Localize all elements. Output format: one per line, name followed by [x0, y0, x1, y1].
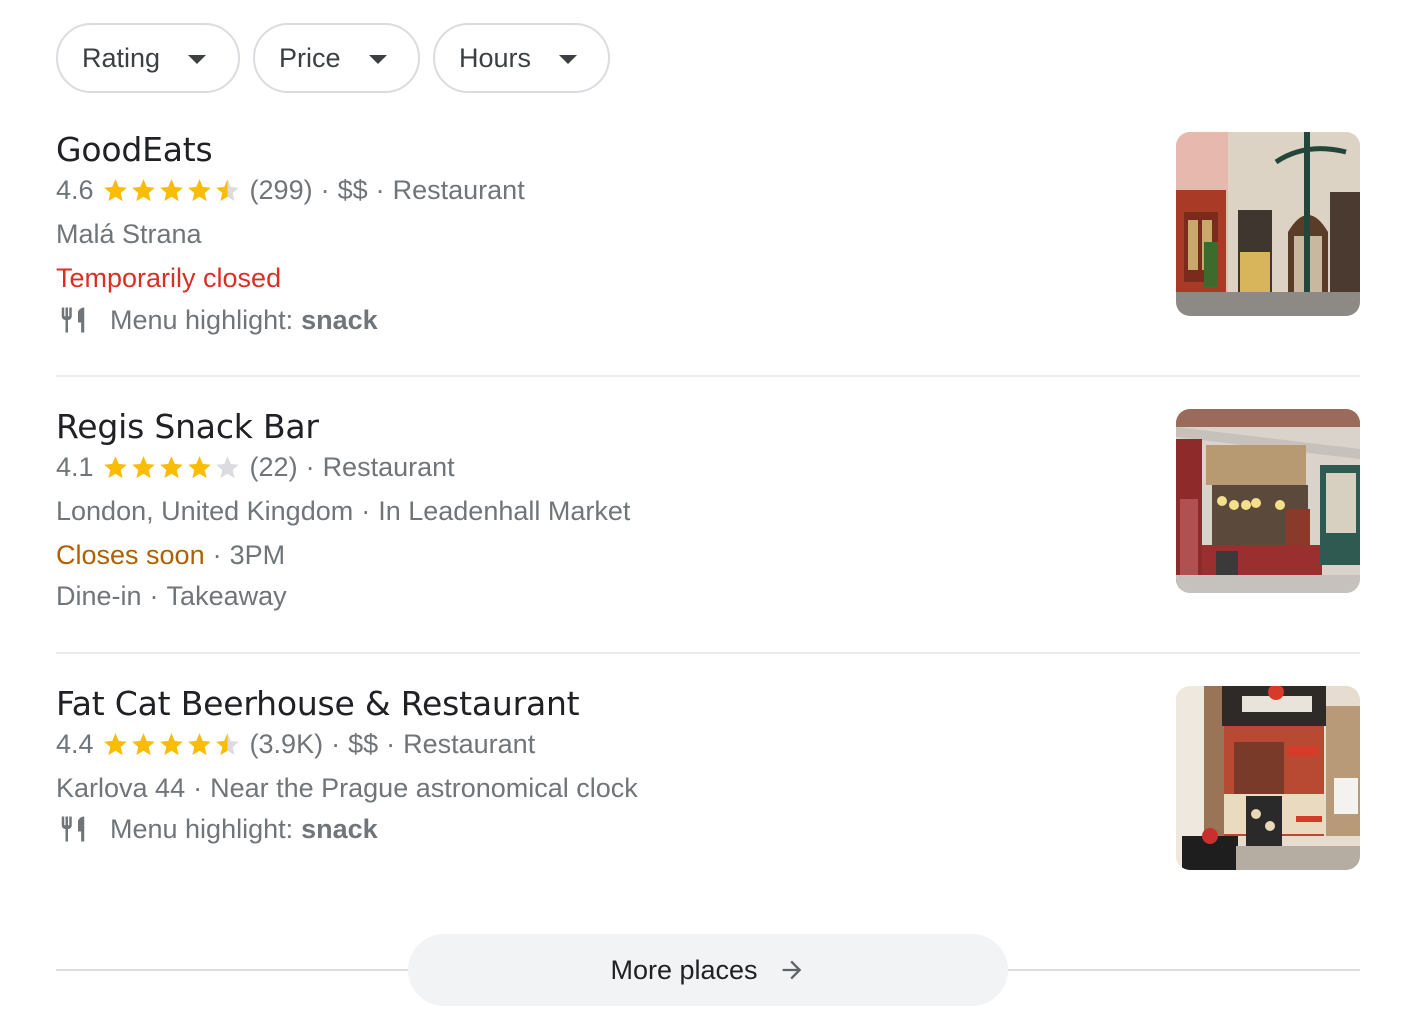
photo-image — [1176, 409, 1360, 593]
photo-image — [1176, 132, 1360, 316]
location-detail: In Leadenhall Market — [378, 496, 631, 526]
star-full-icon — [102, 454, 129, 481]
review-count[interactable]: (3.9K) — [250, 728, 324, 760]
services-line: Dine-in · Takeaway — [56, 580, 1360, 612]
restaurant-menu-icon — [61, 816, 85, 842]
status-line: Closes soon · 3PM — [56, 539, 1360, 571]
divider — [56, 652, 1360, 654]
storefront-photo-goodeats[interactable] — [1176, 132, 1360, 316]
star-half-icon — [214, 731, 241, 758]
separator: · — [375, 175, 385, 205]
star-full-icon — [158, 731, 185, 758]
photo-image — [1176, 686, 1360, 870]
separator: · — [305, 452, 315, 482]
star-full-icon — [130, 177, 157, 204]
rating-value: 4.4 — [56, 729, 94, 759]
star-empty-icon — [214, 454, 241, 481]
closing-time: 3PM — [229, 540, 286, 570]
status-badge: Closes soon — [56, 540, 205, 570]
rating-line: 4.6 (299) · $$ · Restaurant — [56, 174, 1360, 206]
location-line: Karlova 44 · Near the Prague astronomica… — [56, 772, 1360, 804]
star-full-icon — [130, 731, 157, 758]
place-name[interactable]: GoodEats — [56, 130, 1360, 170]
location: London, United Kingdom — [56, 496, 354, 526]
category: Restaurant — [322, 452, 455, 482]
menu-highlight-line: Menu highlight: snack — [56, 813, 1360, 845]
location-line: Malá Strana — [56, 218, 1360, 250]
star-full-icon — [158, 177, 185, 204]
place-name[interactable]: Fat Cat Beerhouse & Restaurant — [56, 684, 1360, 724]
star-full-icon — [102, 177, 129, 204]
category: Restaurant — [392, 175, 525, 205]
separator: · — [386, 729, 396, 759]
price-level: $$ — [348, 729, 379, 759]
place-name[interactable]: Regis Snack Bar — [56, 407, 1360, 447]
review-count[interactable]: (22) — [250, 451, 298, 483]
location-detail: Near the Prague astronomical clock — [210, 773, 638, 803]
star-full-icon — [158, 454, 185, 481]
filter-hours-label: Hours — [459, 42, 532, 73]
star-full-icon — [186, 177, 213, 204]
menu-highlight-label: Menu highlight: — [110, 305, 294, 335]
location: Karlova 44 — [56, 773, 186, 803]
caret-down-icon — [368, 54, 387, 64]
separator: · — [193, 773, 203, 803]
star-rating — [102, 177, 242, 204]
separator: · — [212, 540, 222, 570]
category: Restaurant — [403, 729, 536, 759]
menu-highlight-label: Menu highlight: — [110, 814, 294, 844]
menu-highlight-line: Menu highlight: snack — [56, 304, 1360, 336]
star-full-icon — [102, 731, 129, 758]
more-places-button[interactable]: More places — [408, 934, 1008, 1006]
separator: · — [149, 581, 159, 611]
star-full-icon — [186, 731, 213, 758]
place-result-goodeats[interactable]: GoodEats 4.6 (299) · $$ · Restaurant Mal… — [56, 130, 1360, 350]
separator: · — [361, 496, 371, 526]
storefront-photo-fatcat[interactable] — [1176, 686, 1360, 870]
filter-rating[interactable]: Rating — [56, 23, 240, 93]
filter-price[interactable]: Price — [253, 23, 420, 93]
price-level: $$ — [337, 175, 368, 205]
rating-value: 4.1 — [56, 452, 94, 482]
star-half-icon — [214, 177, 241, 204]
location-line: London, United Kingdom · In Leadenhall M… — [56, 495, 1360, 527]
filter-chips: Rating Price Hours — [56, 23, 610, 93]
filter-rating-label: Rating — [82, 42, 161, 73]
arrow-right-icon — [782, 960, 801, 980]
status-badge: Temporarily closed — [56, 263, 282, 293]
more-places-label: More places — [610, 954, 758, 985]
divider — [56, 375, 1360, 377]
separator: · — [331, 729, 341, 759]
service-takeaway: Takeaway — [166, 581, 287, 611]
star-full-icon — [186, 454, 213, 481]
storefront-photo-regis[interactable] — [1176, 409, 1360, 593]
restaurant-menu-icon — [61, 307, 85, 333]
star-rating — [102, 454, 242, 481]
review-count[interactable]: (299) — [250, 174, 313, 206]
rating-line: 4.4 (3.9K) · $$ · Restaurant — [56, 728, 1360, 760]
menu-highlight-item: snack — [301, 814, 378, 844]
menu-highlight-item: snack — [301, 305, 378, 335]
star-full-icon — [130, 454, 157, 481]
caret-down-icon — [188, 54, 207, 64]
service-dine-in: Dine-in — [56, 581, 142, 611]
filter-hours[interactable]: Hours — [433, 23, 610, 93]
rating-line: 4.1 (22) · Restaurant — [56, 451, 1360, 483]
place-result-fatcat[interactable]: Fat Cat Beerhouse & Restaurant 4.4 (3.9K… — [56, 684, 1360, 884]
location: Malá Strana — [56, 219, 202, 249]
star-rating — [102, 731, 242, 758]
separator: · — [320, 175, 330, 205]
more-places-section: More places — [56, 934, 1360, 1006]
place-result-regis[interactable]: Regis Snack Bar 4.1 (22) · Restaurant Lo… — [56, 407, 1360, 627]
status-line: Temporarily closed — [56, 262, 1360, 294]
caret-down-icon — [559, 54, 578, 64]
rating-value: 4.6 — [56, 175, 94, 205]
filter-price-label: Price — [279, 42, 341, 73]
